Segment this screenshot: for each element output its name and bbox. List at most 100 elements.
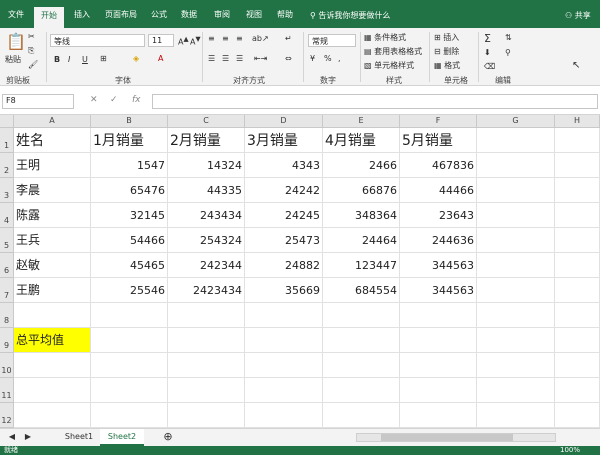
header-cell[interactable]: 4月销量 xyxy=(323,128,400,153)
cell[interactable] xyxy=(555,203,600,228)
value-cell[interactable]: 65476 xyxy=(91,178,168,203)
sheet-next-icon[interactable]: ▶ xyxy=(22,429,34,446)
number-format-select[interactable]: 常规 xyxy=(308,34,356,47)
cell[interactable] xyxy=(91,403,168,428)
cell[interactable] xyxy=(245,378,323,403)
clear-icon[interactable]: ⌫ xyxy=(484,62,495,71)
cell[interactable] xyxy=(555,128,600,153)
row-header[interactable]: 2 xyxy=(0,153,14,178)
sheet-prev-icon[interactable]: ◀ xyxy=(6,429,18,446)
cell[interactable] xyxy=(14,378,91,403)
cell[interactable] xyxy=(168,303,245,328)
cell[interactable] xyxy=(555,328,600,353)
cell[interactable] xyxy=(245,303,323,328)
cell[interactable] xyxy=(555,178,600,203)
cancel-icon[interactable]: ✕ xyxy=(90,95,98,105)
conditional-format-button[interactable]: ▦ 条件格式 xyxy=(364,32,406,43)
cell[interactable] xyxy=(400,328,477,353)
value-cell[interactable]: 1547 xyxy=(91,153,168,178)
header-cell[interactable]: 姓名 xyxy=(14,128,91,153)
cell[interactable] xyxy=(245,328,323,353)
sheet-tab-sheet2[interactable]: Sheet2 xyxy=(100,429,144,446)
font-name-select[interactable]: 等线 xyxy=(50,34,145,47)
indent-icon[interactable]: ⇤⇥ xyxy=(254,54,267,63)
italic-button[interactable]: I xyxy=(68,55,70,64)
cell[interactable] xyxy=(555,303,600,328)
merge-center-icon[interactable]: ⇔ xyxy=(285,54,292,63)
name-cell[interactable]: 赵敏 xyxy=(14,253,91,278)
add-sheet-icon[interactable]: ⊕ xyxy=(160,429,176,446)
percent-icon[interactable]: % xyxy=(324,54,332,63)
zoom-level[interactable]: 100% xyxy=(560,446,580,455)
tab-home[interactable]: 开始 xyxy=(34,7,64,28)
row-header[interactable]: 9 xyxy=(0,328,14,353)
tab-view[interactable]: 视图 xyxy=(246,9,262,20)
cell[interactable] xyxy=(168,378,245,403)
tab-insert[interactable]: 插入 xyxy=(74,9,90,20)
value-cell[interactable]: 14324 xyxy=(168,153,245,178)
value-cell[interactable]: 348364 xyxy=(323,203,400,228)
value-cell[interactable]: 344563 xyxy=(400,278,477,303)
column-header[interactable]: H xyxy=(555,115,600,128)
cell[interactable] xyxy=(400,378,477,403)
scrollbar-thumb[interactable] xyxy=(381,434,513,441)
cell[interactable] xyxy=(323,303,400,328)
delete-cells-button[interactable]: ⊟ 删除 xyxy=(434,46,459,57)
row-header[interactable]: 7 xyxy=(0,278,14,303)
value-cell[interactable]: 35669 xyxy=(245,278,323,303)
column-header[interactable]: B xyxy=(91,115,168,128)
cell[interactable] xyxy=(477,153,555,178)
wrap-text-icon[interactable]: ↵ xyxy=(285,34,292,43)
cell[interactable] xyxy=(168,328,245,353)
fx-icon[interactable]: fx xyxy=(132,95,141,105)
formula-input[interactable] xyxy=(152,94,598,109)
cell[interactable] xyxy=(14,403,91,428)
cell[interactable] xyxy=(555,228,600,253)
value-cell[interactable]: 44335 xyxy=(168,178,245,203)
header-cell[interactable]: 2月销量 xyxy=(168,128,245,153)
tell-me-search[interactable]: ⚲ 告诉我你想要做什么 xyxy=(310,10,390,21)
cell[interactable] xyxy=(91,328,168,353)
value-cell[interactable]: 2466 xyxy=(323,153,400,178)
cell[interactable] xyxy=(477,303,555,328)
value-cell[interactable]: 66876 xyxy=(323,178,400,203)
value-cell[interactable]: 242344 xyxy=(168,253,245,278)
cell[interactable] xyxy=(323,403,400,428)
fill-icon[interactable]: ⬇ xyxy=(484,48,491,57)
value-cell[interactable]: 24882 xyxy=(245,253,323,278)
font-size-select[interactable]: 11 xyxy=(148,34,174,47)
tab-data[interactable]: 数据 xyxy=(181,9,197,20)
cell[interactable] xyxy=(168,403,245,428)
cell[interactable] xyxy=(477,403,555,428)
value-cell[interactable]: 25546 xyxy=(91,278,168,303)
row-header[interactable]: 11 xyxy=(0,378,14,403)
header-cell[interactable]: 1月销量 xyxy=(91,128,168,153)
fill-color-icon[interactable]: ◈ xyxy=(133,54,139,63)
select-all-corner[interactable] xyxy=(0,115,14,128)
paste-button[interactable]: 粘贴 xyxy=(5,54,21,65)
cell[interactable] xyxy=(555,278,600,303)
value-cell[interactable]: 25473 xyxy=(245,228,323,253)
cell[interactable] xyxy=(323,353,400,378)
tab-formulas[interactable]: 公式 xyxy=(151,9,167,20)
bold-button[interactable]: B xyxy=(54,55,60,64)
value-cell[interactable]: 254324 xyxy=(168,228,245,253)
align-left-icon[interactable]: ☰ xyxy=(208,54,215,63)
value-cell[interactable]: 24245 xyxy=(245,203,323,228)
comma-icon[interactable]: , xyxy=(338,54,341,63)
average-label-cell[interactable]: 总平均值 xyxy=(14,328,91,353)
underline-button[interactable]: U xyxy=(82,55,88,64)
column-header[interactable]: A xyxy=(14,115,91,128)
column-header[interactable]: G xyxy=(477,115,555,128)
horizontal-scrollbar[interactable] xyxy=(356,433,556,442)
cell[interactable] xyxy=(14,353,91,378)
cell-style-button[interactable]: ▧ 单元格样式 xyxy=(364,60,414,71)
cell[interactable] xyxy=(323,378,400,403)
cell[interactable] xyxy=(245,353,323,378)
cell[interactable] xyxy=(477,253,555,278)
border-icon[interactable]: ⊞ xyxy=(100,54,107,63)
cell[interactable] xyxy=(477,203,555,228)
orientation-icon[interactable]: ab↗ xyxy=(252,34,269,43)
row-header[interactable]: 6 xyxy=(0,253,14,278)
tab-help[interactable]: 帮助 xyxy=(277,9,293,20)
